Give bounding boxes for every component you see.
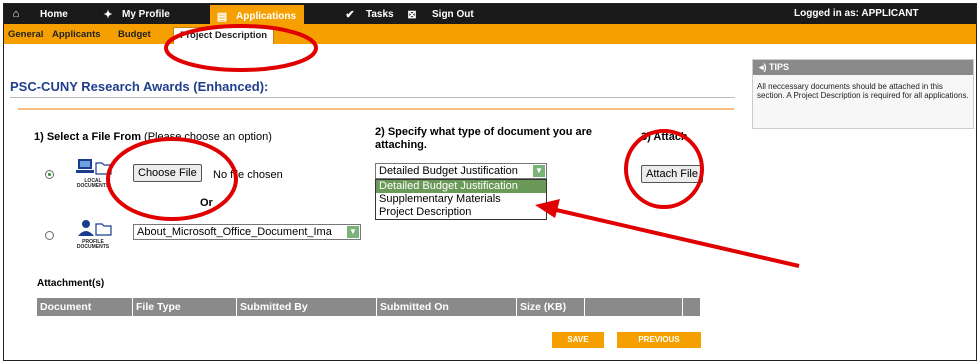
step1-label: 1) Select a File From (Please choose an … [34, 131, 272, 143]
no-file-chosen-text: No file chosen [213, 169, 283, 181]
local-documents-radio[interactable] [45, 170, 54, 179]
document-type-value: Detailed Budget Justification [379, 165, 518, 177]
browser-frame: ⌂ Home ✦ My Profile ▤ Applications ✔ Tas… [3, 3, 977, 361]
attachments-title: Attachment(s) [37, 278, 105, 289]
nav-sign-out[interactable]: ⊠ Sign Out [406, 8, 474, 21]
profile-documents-caption: PROFILE DOCUMENTS [76, 239, 110, 250]
chevron-down-icon[interactable]: ▼ [347, 226, 359, 238]
tab-applicants[interactable]: Applicants [52, 29, 101, 40]
home-icon: ⌂ [12, 8, 20, 20]
or-separator: Or [200, 197, 213, 209]
close-box-icon: ⊠ [407, 9, 417, 21]
previous-button[interactable]: PREVIOUS [617, 332, 701, 348]
nav-applications[interactable]: ▤ Applications [210, 5, 305, 24]
title-divider [10, 97, 735, 98]
step3-label: 3) Attach [641, 131, 688, 143]
tips-text: All neccessary documents should be attac… [757, 82, 969, 100]
dropdown-option[interactable]: Project Description [376, 206, 546, 219]
column-header: Submitted By [237, 298, 377, 316]
chevron-down-icon[interactable]: ▼ [533, 165, 545, 177]
nav-tasks-label: Tasks [366, 9, 394, 20]
step2-label: 2) Specify what type of document you are… [375, 126, 592, 151]
step1-title: 1) Select a File From [34, 131, 141, 143]
document-type-dropdown: Detailed Budget Justification Supplement… [375, 179, 547, 220]
profile-documents-radio[interactable] [45, 231, 54, 240]
sub-navigation: General Applicants Budget Project Descri… [4, 24, 976, 44]
tips-header: ◂) TIPS [753, 60, 973, 75]
choose-file-button[interactable]: Choose File [133, 164, 202, 182]
document-type-select[interactable]: Detailed Budget Justification ▼ [375, 163, 547, 179]
column-header: Submitted On [377, 298, 517, 316]
attachments-table-header: Document File Type Submitted By Submitte… [37, 298, 700, 316]
nav-my-profile[interactable]: ✦ My Profile [102, 8, 170, 21]
dropdown-option[interactable]: Supplementary Materials [376, 193, 546, 206]
megaphone-icon: ◂) [759, 62, 767, 72]
column-header-empty [585, 298, 683, 316]
page-title: PSC-CUNY Research Awards (Enhanced): [10, 79, 269, 94]
person-icon [78, 220, 112, 236]
nav-tasks[interactable]: ✔ Tasks [344, 8, 394, 21]
nav-sign-out-label: Sign Out [432, 9, 474, 20]
top-navigation: ⌂ Home ✦ My Profile ▤ Applications ✔ Tas… [4, 4, 976, 24]
column-header: File Type [133, 298, 237, 316]
profile-file-select[interactable]: About_Microsoft_Office_Document_Ima ▼ [133, 224, 361, 240]
document-icon: ▤ [216, 10, 228, 23]
dropdown-option[interactable]: Detailed Budget Justification [376, 180, 546, 193]
nav-my-profile-label: My Profile [122, 9, 170, 20]
save-button[interactable]: SAVE [552, 332, 604, 348]
logged-in-status: Logged in as: APPLICANT [794, 8, 919, 19]
local-documents-icon: LOCAL DOCUMENTS [70, 157, 116, 193]
column-header: Document [37, 298, 133, 316]
column-header: Size (KB) [517, 298, 585, 316]
tips-title: TIPS [769, 62, 790, 72]
tab-general[interactable]: General [8, 29, 43, 40]
nav-applications-label: Applications [236, 10, 297, 22]
tab-project-description[interactable]: Project Description [173, 27, 275, 44]
nav-home-label: Home [40, 8, 68, 20]
checkmark-icon: ✔ [345, 9, 355, 21]
attach-file-button[interactable]: Attach File [641, 165, 703, 183]
nav-home[interactable]: ⌂ Home [10, 8, 68, 20]
profile-icon: ✦ [103, 9, 113, 21]
tips-box: ◂) TIPS All neccessary documents should … [752, 59, 974, 129]
tab-budget[interactable]: Budget [118, 29, 151, 40]
profile-documents-icon: PROFILE DOCUMENTS [70, 218, 116, 254]
local-documents-caption: LOCAL DOCUMENTS [76, 178, 110, 189]
computer-icon [76, 159, 112, 175]
step1-hint: (Please choose an option) [144, 131, 272, 143]
profile-file-value: About_Microsoft_Office_Document_Ima [137, 226, 332, 238]
